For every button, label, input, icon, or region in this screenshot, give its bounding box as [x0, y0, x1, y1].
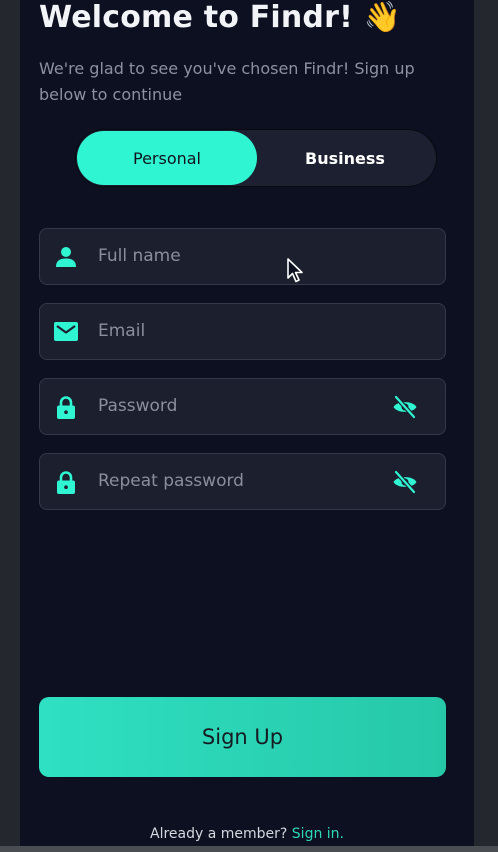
- lock-icon: [57, 396, 75, 419]
- full-name-input[interactable]: [98, 239, 368, 273]
- person-icon: [56, 247, 76, 267]
- mail-icon: [54, 322, 78, 341]
- lock-icon: [57, 471, 75, 494]
- password-field: [39, 378, 446, 435]
- waving-hand-emoji: 👋: [363, 0, 402, 35]
- password-input[interactable]: [98, 389, 368, 423]
- page-title: Welcome to Findr! 👋: [39, 0, 401, 35]
- eye-off-icon[interactable]: [392, 394, 418, 420]
- signin-prompt-text: Already a member?: [150, 826, 288, 842]
- mouse-cursor-icon: [287, 258, 303, 283]
- sign-in-link[interactable]: Sign in.: [292, 826, 344, 842]
- window-edge-right: [474, 0, 498, 852]
- repeat-password-field: [39, 453, 446, 510]
- window-edge-left: [0, 0, 20, 852]
- page-title-text: Welcome to Findr!: [39, 0, 353, 35]
- sign-up-button[interactable]: Sign Up: [39, 697, 446, 777]
- email-field: [39, 303, 446, 360]
- email-input[interactable]: [98, 314, 368, 348]
- signup-screen: Welcome to Findr! 👋 We're glad to see yo…: [20, 0, 474, 846]
- personal-tab[interactable]: Personal: [77, 131, 257, 185]
- business-tab[interactable]: Business: [255, 131, 435, 185]
- eye-off-icon[interactable]: [392, 469, 418, 495]
- page-subtitle: We're glad to see you've chosen Findr! S…: [39, 59, 415, 104]
- signin-prompt: Already a member? Sign in.: [20, 826, 474, 842]
- window-edge-bottom: [0, 846, 498, 852]
- full-name-field: [39, 228, 446, 285]
- account-type-toggle: Personal Business: [76, 130, 436, 186]
- repeat-password-input[interactable]: [98, 464, 368, 498]
